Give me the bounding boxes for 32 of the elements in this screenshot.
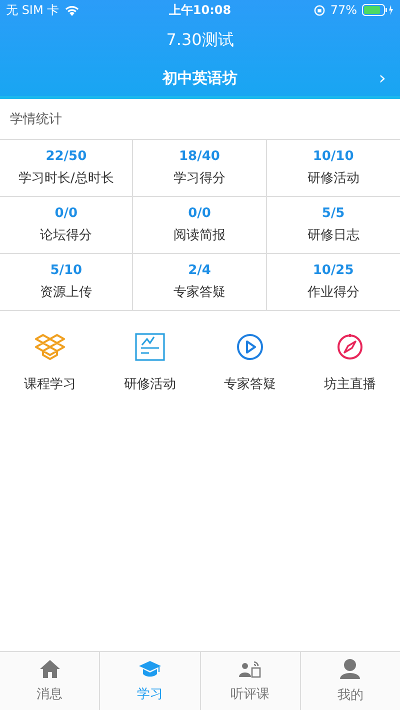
- clock-text: 上午10:08: [168, 2, 232, 18]
- stat-cell[interactable]: 10/10 研修活动: [266, 140, 400, 197]
- stat-cell[interactable]: 2/4 专家答疑: [133, 254, 267, 310]
- battery-icon: [362, 4, 394, 16]
- stat-cell[interactable]: 5/10 资源上传: [0, 254, 134, 310]
- tab[interactable]: 消息: [0, 652, 100, 710]
- section-title: 学情统计: [0, 99, 400, 140]
- tab[interactable]: 听评课: [200, 652, 301, 710]
- page-title: 7.30测试: [165, 28, 235, 50]
- stat-cell[interactable]: 5/5 研修日志: [266, 197, 400, 254]
- battery-percent: 77%: [330, 3, 357, 17]
- shortcut-item[interactable]: 专家答疑: [200, 333, 300, 393]
- wifi-icon: [64, 4, 80, 16]
- stat-cell[interactable]: 10/25 作业得分: [266, 254, 400, 310]
- shortcut-item[interactable]: 坊主直播: [300, 333, 400, 393]
- stat-cell[interactable]: 18/40 学习得分: [133, 140, 267, 197]
- stat-cell[interactable]: 22/50 学习时长/总时长: [0, 140, 134, 197]
- graduation-cap-icon: [138, 659, 162, 679]
- shortcut-item[interactable]: 课程学习: [0, 333, 100, 393]
- rotation-lock-icon: [314, 4, 326, 16]
- tab[interactable]: 我的: [300, 652, 400, 710]
- lecture-icon: [238, 659, 262, 679]
- layers-icon: [35, 333, 65, 361]
- person-icon: [339, 658, 362, 680]
- compass-icon: [336, 333, 364, 361]
- stat-cell[interactable]: 0/0 阅读简报: [133, 197, 267, 254]
- shortcut-item[interactable]: 研修活动: [100, 333, 200, 393]
- stat-cell[interactable]: 0/0 论坛得分: [0, 197, 134, 254]
- chart-board-icon: [135, 333, 165, 361]
- carrier-text: 无 SIM 卡: [6, 2, 60, 18]
- play-icon: [236, 333, 264, 361]
- home-icon: [38, 659, 61, 679]
